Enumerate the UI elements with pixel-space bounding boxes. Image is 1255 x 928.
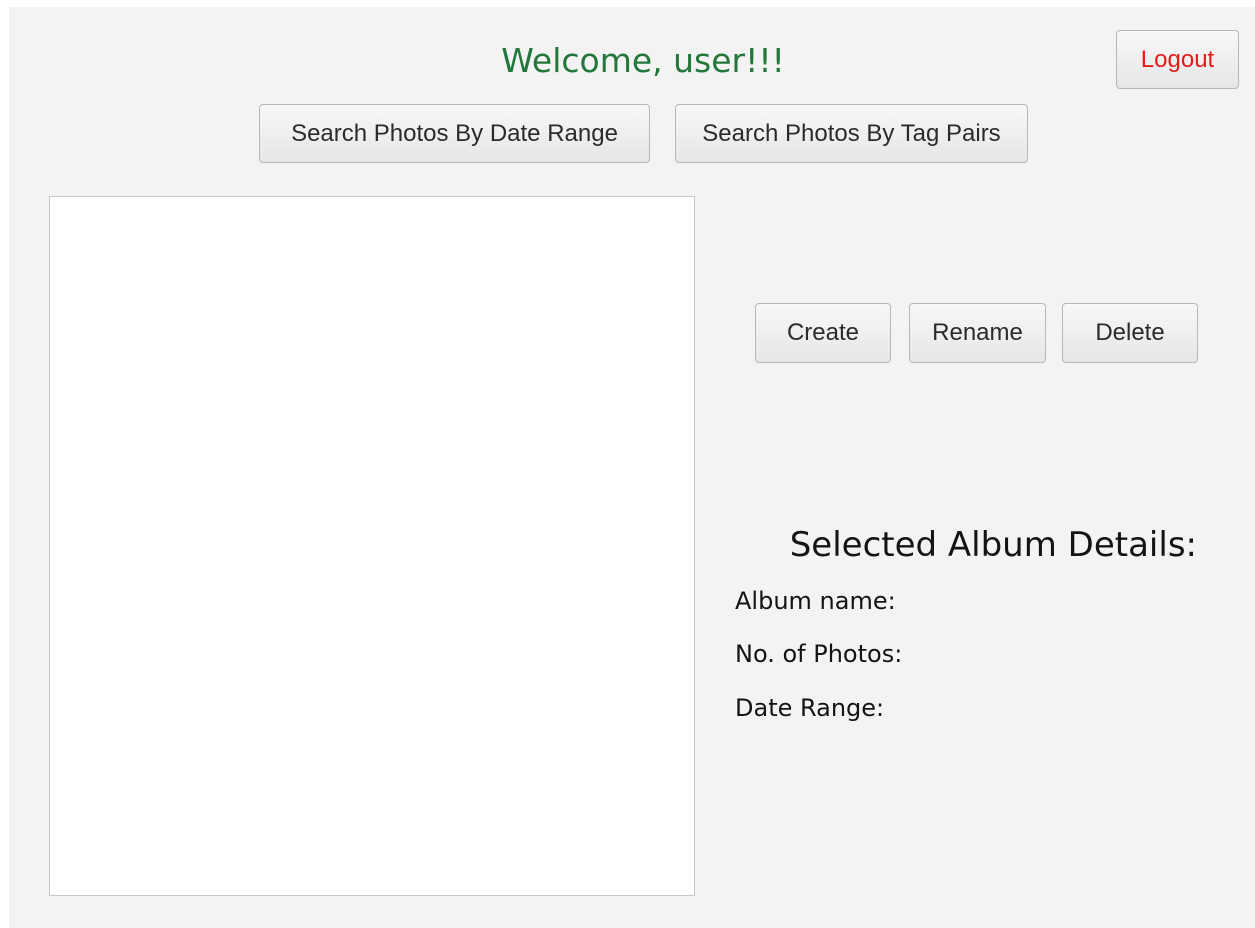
photo-count-label: No. of Photos: (735, 640, 903, 668)
create-album-button[interactable]: Create (755, 303, 891, 363)
delete-album-button[interactable]: Delete (1062, 303, 1198, 363)
app-window: Welcome, user!!! Logout Search Photos By… (9, 7, 1255, 928)
date-range-label: Date Range: (735, 694, 885, 722)
logout-button[interactable]: Logout (1116, 30, 1239, 89)
rename-album-button[interactable]: Rename (909, 303, 1046, 363)
search-by-tag-pairs-button[interactable]: Search Photos By Tag Pairs (675, 104, 1028, 163)
album-name-label: Album name: (735, 587, 896, 615)
welcome-message: Welcome, user!!! (501, 41, 785, 80)
album-list[interactable] (49, 196, 695, 896)
search-by-date-range-button[interactable]: Search Photos By Date Range (259, 104, 650, 163)
selected-album-details-title: Selected Album Details: (789, 525, 1197, 565)
